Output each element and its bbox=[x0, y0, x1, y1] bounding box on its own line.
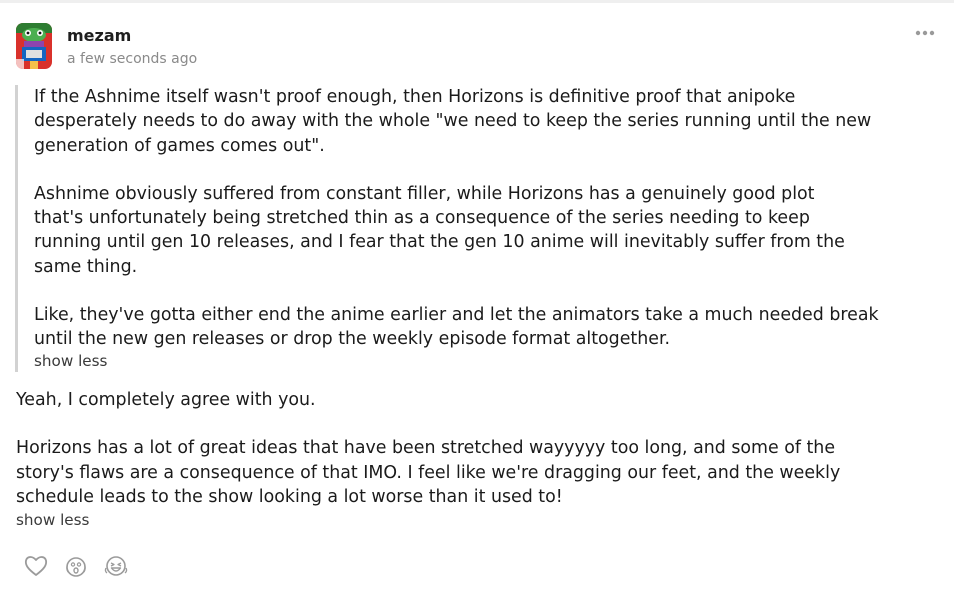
quote-line: same thing. bbox=[34, 256, 138, 277]
reply-show-less-link[interactable]: show less bbox=[16, 510, 89, 530]
quote-text: If the Ashnime itself wasn't proof enoug… bbox=[34, 85, 946, 352]
reply-line: story's flaws are a consequence of that … bbox=[16, 462, 841, 483]
quoted-message: If the Ashnime itself wasn't proof enoug… bbox=[15, 85, 943, 372]
quote-line: desperately needs to do away with the wh… bbox=[34, 111, 872, 132]
quote-line: Like, they've gotta either end the anime… bbox=[34, 305, 879, 326]
username[interactable]: mezam bbox=[67, 26, 131, 46]
surprised-face-icon bbox=[66, 557, 86, 577]
avatar[interactable] bbox=[16, 23, 52, 69]
laughing-reaction-button[interactable] bbox=[104, 553, 128, 579]
quote-line: Ashnime obviously suffered from constant… bbox=[34, 183, 815, 204]
reply-text: Yeah, I completely agree with you. Horiz… bbox=[16, 388, 941, 509]
quote-line: that's unfortunately being stretched thi… bbox=[34, 208, 810, 229]
reply-line: schedule leads to the show looking a lot… bbox=[16, 486, 563, 507]
quote-line: If the Ashnime itself wasn't proof enoug… bbox=[34, 87, 796, 107]
quote-show-less-link[interactable]: show less bbox=[34, 351, 107, 371]
timestamp: a few seconds ago bbox=[67, 51, 198, 67]
heart-reaction-button[interactable] bbox=[24, 553, 48, 579]
laughing-face-icon bbox=[104, 556, 128, 576]
more-options-button[interactable] bbox=[913, 24, 937, 42]
comment-post: mezam a few seconds ago If the Ashnime i… bbox=[0, 0, 954, 600]
reply-line: Yeah, I completely agree with you. bbox=[16, 390, 316, 410]
quote-line: generation of games comes out". bbox=[34, 135, 325, 156]
heart-icon bbox=[24, 556, 48, 576]
avatar-image bbox=[16, 23, 52, 69]
surprised-reaction-button[interactable] bbox=[64, 553, 88, 579]
quote-line: running until gen 10 releases, and I fea… bbox=[34, 232, 845, 253]
quote-line: until the new gen releases or drop the w… bbox=[34, 329, 671, 350]
reply-line: Horizons has a lot of great ideas that h… bbox=[16, 438, 836, 459]
more-dots-icon bbox=[915, 30, 935, 36]
